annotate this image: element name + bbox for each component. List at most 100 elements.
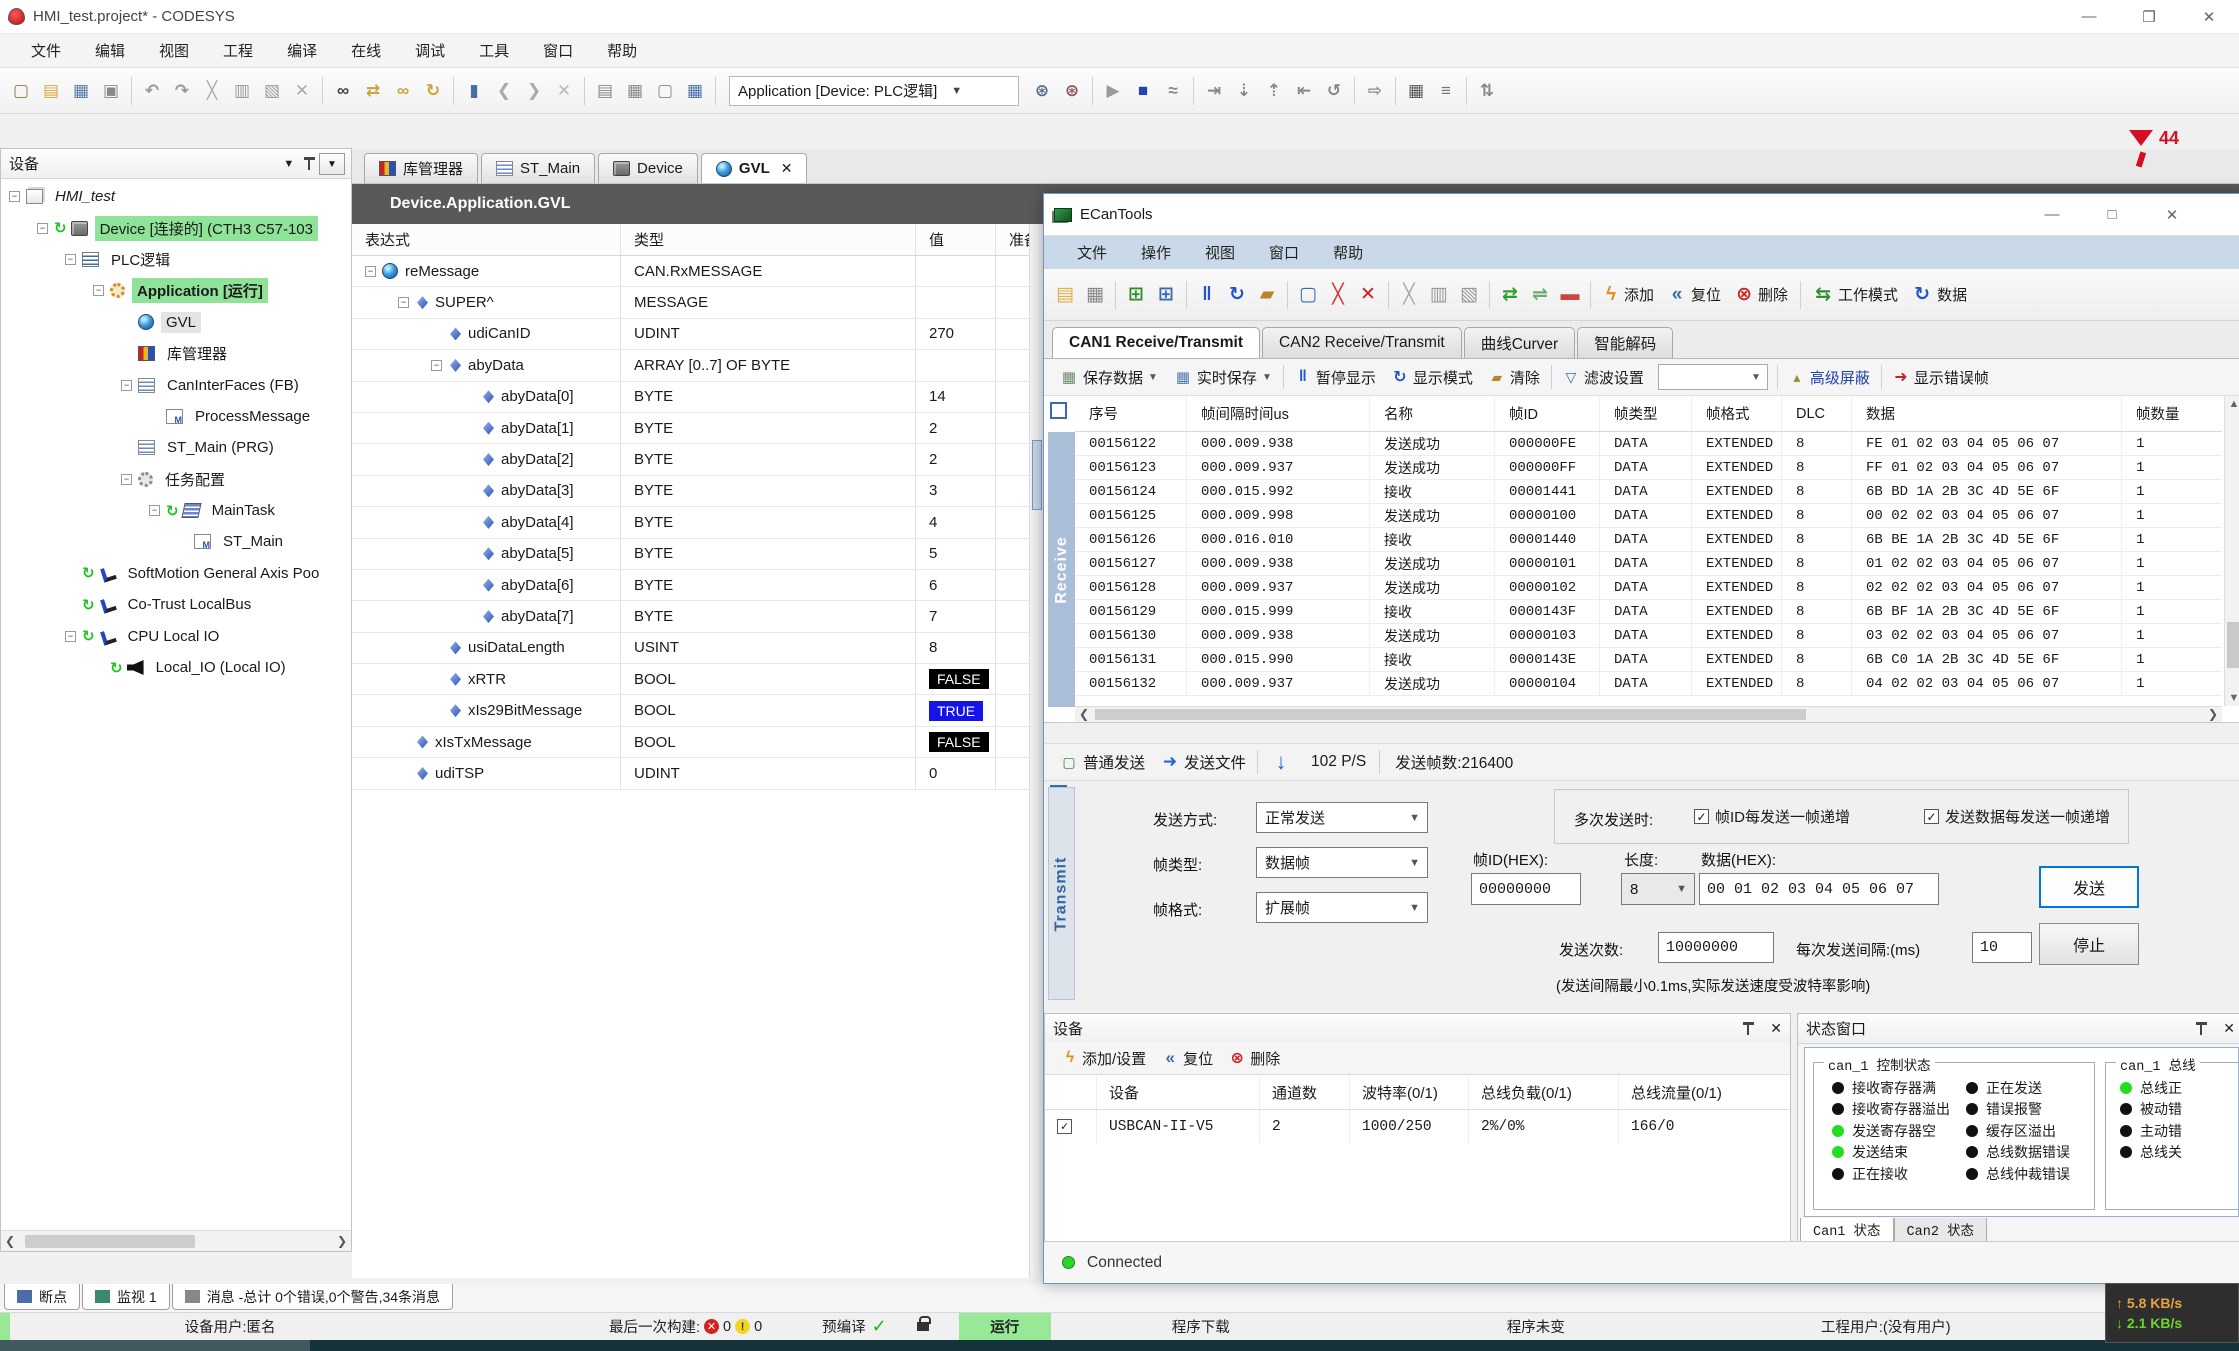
tree-root-dropdown[interactable]: ▼ (319, 153, 345, 175)
device-row[interactable]: ✓USBCAN-II-V521000/2502%/0%166/0 (1045, 1110, 1790, 1143)
find-next-icon[interactable]: ∞ (390, 78, 416, 104)
recompile-icon[interactable]: ⇅ (1474, 78, 1500, 104)
input-assistant-icon[interactable]: ▦ (682, 78, 708, 104)
new-file-icon[interactable]: ▢ (8, 78, 34, 104)
send-file-button[interactable]: ➜ 发送文件 (1153, 747, 1254, 777)
expander-icon[interactable]: − (121, 380, 132, 391)
copy-icon[interactable]: ▥ (1424, 280, 1454, 310)
tree-item-GVL[interactable]: GVL (1, 307, 351, 338)
display-mode-button[interactable]: ↻ 显示模式 (1384, 362, 1481, 392)
connect-send-icon[interactable]: ⇌ (1525, 280, 1555, 310)
codesys-menu-编译[interactable]: 编译 (270, 34, 334, 67)
watch-row[interactable]: udiTSPUDINT0 (352, 758, 1043, 789)
frame-id-input[interactable]: 00000000 (1471, 873, 1581, 905)
pin-icon[interactable] (308, 157, 317, 170)
expander-icon[interactable]: − (65, 254, 76, 265)
ecantools-menu-帮助[interactable]: 帮助 (1316, 236, 1380, 269)
can-tab-曲线Curver[interactable]: 曲线Curver (1464, 327, 1576, 358)
send-mode-combo[interactable]: 正常发送▼ (1256, 802, 1428, 833)
ect-maximize-icon[interactable]: □ (2082, 198, 2142, 231)
open-project-icon[interactable]: ▤ (38, 78, 64, 104)
expander-icon[interactable]: − (37, 223, 48, 234)
refresh-icon[interactable]: ↻ (1222, 280, 1252, 310)
pin-icon[interactable] (2200, 1022, 2209, 1035)
clean-icon[interactable]: ⊛ (1059, 78, 1085, 104)
can-tab-CAN2 Receive/Transmit[interactable]: CAN2 Receive/Transmit (1262, 327, 1462, 358)
open-file-icon[interactable]: ▤ (1050, 280, 1080, 310)
expander-icon[interactable]: − (121, 474, 132, 485)
watch-row[interactable]: xIsTxMessageBOOLFALSE (352, 727, 1043, 758)
expander-icon[interactable]: − (365, 266, 376, 277)
step-out-icon[interactable]: ⇡ (1261, 78, 1287, 104)
data-hex-input[interactable]: 00 01 02 03 04 05 06 07 (1699, 873, 1939, 905)
transmit-tab-strip[interactable]: Transmit (1048, 787, 1075, 1000)
tree-item-HMI_test[interactable]: −HMI_test (1, 181, 351, 212)
active-application-selector[interactable]: Application [Device: PLC逻辑] ▼ (729, 76, 1019, 106)
device-checkbox[interactable]: ✓ (1057, 1119, 1072, 1134)
replace-all-icon[interactable]: ↻ (420, 78, 446, 104)
download-arrow-icon[interactable]: ↓ (1261, 747, 1301, 777)
panel-menu-icon[interactable]: ▼ (283, 158, 294, 170)
bookmark-icon[interactable]: ▮ (461, 78, 487, 104)
undo-icon[interactable]: ↶ (139, 78, 165, 104)
replace-icon[interactable]: ⇄ (360, 78, 386, 104)
editor-tab-ST_Main[interactable]: ST_Main (481, 153, 595, 183)
send-interval-input[interactable]: 10 (1972, 932, 2032, 963)
scroll-left-icon[interactable]: ❮ (1, 1234, 19, 1248)
watch-row[interactable]: abyData[5]BYTE5 (352, 539, 1043, 570)
editor-tab-Device[interactable]: Device (598, 153, 698, 183)
can-hscroll-thumb[interactable] (1095, 709, 1806, 720)
clean-brush-icon[interactable]: ▰ (1252, 280, 1282, 310)
find-icon[interactable]: ∞ (330, 78, 356, 104)
can-tab-智能解码[interactable]: 智能解码 (1577, 327, 1673, 358)
reset-device-button[interactable]: « 复位 (1661, 278, 1728, 312)
print-icon[interactable]: ▣ (98, 78, 124, 104)
paste-icon[interactable]: ▧ (259, 78, 285, 104)
ect-minimize-icon[interactable]: — (2022, 198, 2082, 231)
codesys-menu-调试[interactable]: 调试 (398, 34, 462, 67)
filter-settings-button[interactable]: ▽ 滤波设置 (1555, 362, 1652, 392)
devices-hscrollbar[interactable]: ❮ ❯ (1, 1230, 351, 1251)
ecantools-menu-视图[interactable]: 视图 (1188, 236, 1252, 269)
clear-button[interactable]: ▰ 清除 (1481, 362, 1548, 392)
flow-control-icon[interactable]: ≡ (1433, 78, 1459, 104)
expander-icon[interactable]: − (398, 297, 409, 308)
tree-item-CPU-Local-IO[interactable]: −↻CPU Local IO (1, 620, 351, 651)
can-hscrollbar[interactable]: ❮ ❯ (1075, 706, 2222, 722)
delete-icon[interactable]: ✕ (289, 78, 315, 104)
close-icon[interactable]: ✕ (2179, 0, 2239, 33)
ecantools-menu-操作[interactable]: 操作 (1124, 236, 1188, 269)
watch-row[interactable]: abyData[1]BYTE2 (352, 413, 1043, 444)
tree-item-Application-运行-[interactable]: −Application [运行] (1, 275, 351, 306)
close-panel-icon[interactable]: ✕ (2223, 1020, 2235, 1037)
codesys-menu-视图[interactable]: 视图 (142, 34, 206, 67)
realtime-save-button[interactable]: ▦ 实时保存 ▼ (1166, 362, 1280, 392)
watch-row[interactable]: −reMessageCAN.RxMESSAGE (352, 256, 1043, 287)
codesys-menu-工程[interactable]: 工程 (206, 34, 270, 67)
tree-item-ProcessMessage[interactable]: ProcessMessage (1, 401, 351, 432)
can-frame-row[interactable]: 00156129000.015.999接收0000143FDATAEXTENDE… (1075, 600, 2222, 624)
watch-row[interactable]: −abyDataARRAY [0..7] OF BYTE (352, 350, 1043, 381)
breakpoint-list-icon[interactable]: ▦ (1403, 78, 1429, 104)
swap-send-icon[interactable]: ⇄ (1495, 280, 1525, 310)
expander-icon[interactable]: − (93, 285, 104, 296)
tree-item-MainTask[interactable]: −↻MainTask (1, 495, 351, 526)
can-frame-row[interactable]: 00156128000.009.937发送成功00000102DATAEXTEN… (1075, 576, 2222, 600)
watch-row[interactable]: abyData[4]BYTE4 (352, 507, 1043, 538)
codesys-menu-在线[interactable]: 在线 (334, 34, 398, 67)
codesys-menu-工具[interactable]: 工具 (462, 34, 526, 67)
tree-item-SoftMotion-General-Axis-Poo[interactable]: ↻SoftMotion General Axis Poo (1, 558, 351, 589)
stop-icon[interactable]: ■ (1130, 78, 1156, 104)
scroll-right-icon[interactable]: ❯ (333, 1234, 351, 1248)
stop-button[interactable]: 停止 (2039, 923, 2139, 965)
step-over-icon[interactable]: ⇥ (1201, 78, 1227, 104)
expander-icon[interactable]: − (149, 505, 160, 516)
step-back-icon[interactable]: ⇤ (1291, 78, 1317, 104)
tree-item-库管理器[interactable]: 库管理器 (1, 338, 351, 369)
device-delete-button[interactable]: ⊗ 删除 (1221, 1043, 1288, 1073)
bottom-tab-0[interactable]: 断点 (4, 1284, 80, 1310)
editor-vscroll-thumb[interactable] (1032, 440, 1042, 510)
can-frame-row[interactable]: 00156125000.009.998发送成功00000100DATAEXTEN… (1075, 504, 2222, 528)
ect-close-icon[interactable]: ✕ (2142, 198, 2202, 231)
tree-item-ST_Main[interactable]: ST_Main (1, 526, 351, 557)
